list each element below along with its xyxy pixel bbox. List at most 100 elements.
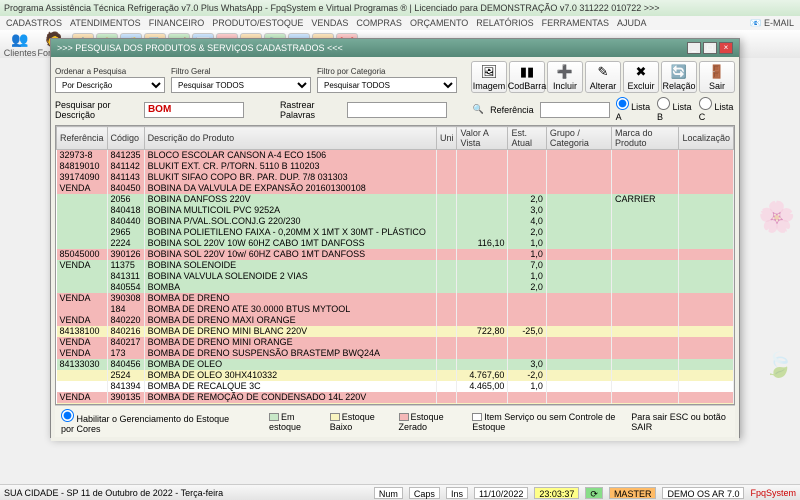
action-icon: 🔄 <box>671 64 687 80</box>
table-row[interactable]: 840418BOBINA MULTICOIL PVC 9252A3,0 <box>57 205 734 216</box>
search-icon[interactable]: 🔍 <box>473 104 484 115</box>
pd-label: Pesquisar por Descrição <box>55 100 138 120</box>
fg-select[interactable]: Pesquisar TODOS <box>171 77 311 93</box>
max-button[interactable]: □ <box>703 42 717 54</box>
col-header[interactable]: Referência <box>57 127 108 150</box>
exit-hint: Para sair ESC ou botão SAIR <box>631 412 729 432</box>
table-row[interactable]: VENDA173BOMBA DE DRENO SUSPENSÃO BRASTEM… <box>57 348 734 359</box>
menu-vendas[interactable]: VENDAS <box>311 18 348 28</box>
statusbar: SUA CIDADE - SP 11 de Outubro de 2022 - … <box>0 484 800 500</box>
btn-clientes[interactable]: 👥Clientes <box>4 31 36 58</box>
action-icon: ✖ <box>636 64 647 80</box>
close-button[interactable]: × <box>719 42 733 54</box>
legend-item: Estoque Baixo <box>330 412 387 432</box>
rastrear-input[interactable] <box>347 102 447 118</box>
table-row[interactable]: 84133030840456BOMBA DE OLEO3,0 <box>57 359 734 370</box>
status-sync: ⟳ <box>585 487 603 499</box>
status-user: MASTER <box>609 487 657 499</box>
legend-item: Estoque Zerado <box>399 412 461 432</box>
action-incluir[interactable]: ➕Incluir <box>547 61 583 93</box>
table-row[interactable]: VENDA11375BOBINA SOLENOIDE7,0 <box>57 260 734 271</box>
action-sair[interactable]: 🚪Sair <box>699 61 735 93</box>
status-date: 11/10/2022 <box>474 487 528 499</box>
ord-label: Ordenar a Pesquisa <box>55 67 165 76</box>
menu-prod[interactable]: PRODUTO/ESTOQUE <box>212 18 303 28</box>
action-imagem[interactable]: 🖼Imagem <box>471 61 507 93</box>
table-row[interactable]: 32973-8841235BLOCO ESCOLAR CANSON A-4 EC… <box>57 150 734 161</box>
action-relação[interactable]: 🔄Relação <box>661 61 697 93</box>
action-icon: ➕ <box>557 64 573 80</box>
legend-checkbox[interactable]: Habilitar o Gerenciamento do Estoque por… <box>61 409 235 434</box>
col-header[interactable]: Est. Atual <box>508 127 546 150</box>
menubar: CADASTROS ATENDIMENTOS FINANCEIRO PRODUT… <box>0 16 800 30</box>
table-row[interactable]: VENDA840450BOBINA DA VALVULA DE EXPANSÃO… <box>57 183 734 194</box>
col-header[interactable]: Uni <box>436 127 457 150</box>
action-codbarra[interactable]: ▮▮CodBarra <box>509 61 545 93</box>
radio-lista-b[interactable]: Lista B <box>657 97 693 122</box>
action-icon: 🖼 <box>481 64 498 80</box>
action-icon: 🚪 <box>709 64 725 80</box>
table-row[interactable]: 840554BOMBA2,0 <box>57 282 734 293</box>
search-dialog: >>> PESQUISA DOS PRODUTOS & SERVIÇOS CAD… <box>50 38 740 438</box>
table-row[interactable]: 85045000390126BOBINA SOL 220V 10w/ 60HZ … <box>57 249 734 260</box>
action-alterar[interactable]: ✎Alterar <box>585 61 621 93</box>
action-icon: ▮▮ <box>520 64 534 80</box>
status-demo: DEMO OS AR 7.0 <box>662 487 744 499</box>
table-row[interactable]: VENDA840220BOMBA DE DRENO MAXI ORANGE <box>57 315 734 326</box>
menu-orc[interactable]: ORÇAMENTO <box>410 18 468 28</box>
legend-item: Em estoque <box>269 412 318 432</box>
table-row[interactable]: VENDA390135BOMBA DE REMOÇÃO DE CONDENSAD… <box>57 392 734 403</box>
status-ins: Ins <box>446 487 468 499</box>
table-row[interactable]: 39174090841143BLUKIT SIFAO COPO BR. PAR.… <box>57 172 734 183</box>
col-header[interactable]: Valor A Vista <box>457 127 508 150</box>
table-row[interactable]: 184BOMBA DE DRENO ATE 30.0000 BTUS MYTOO… <box>57 304 734 315</box>
table-row[interactable]: VENDA840217BOMBA DE DRENO MINI ORANGE <box>57 337 734 348</box>
menu-cadastros[interactable]: CADASTROS <box>6 18 62 28</box>
radio-lista-c[interactable]: Lista C <box>699 97 735 122</box>
menu-compras[interactable]: COMPRAS <box>356 18 402 28</box>
action-excluir[interactable]: ✖Excluir <box>623 61 659 93</box>
menu-atend[interactable]: ATENDIMENTOS <box>70 18 141 28</box>
search-input[interactable] <box>144 102 244 118</box>
menu-fin[interactable]: FINANCEIRO <box>149 18 205 28</box>
fc-select[interactable]: Pesquisar TODOS <box>317 77 457 93</box>
dialog-title: >>> PESQUISA DOS PRODUTOS & SERVIÇOS CAD… <box>57 43 343 53</box>
status-sys: FpqSystem <box>750 488 796 498</box>
col-header[interactable]: Descrição do Produto <box>144 127 436 150</box>
menu-ferr[interactable]: FERRAMENTAS <box>542 18 609 28</box>
radio-lista-a[interactable]: Lista A <box>616 97 651 122</box>
table-row[interactable]: VENDA390308BOMBA DE DRENO <box>57 293 734 304</box>
table-row[interactable]: 84138100840216BOMBA DE DRENO MINI BLANC … <box>57 326 734 337</box>
table-row[interactable]: 841394BOMBA DE RECALQUE 3C4.465,001,0 <box>57 381 734 392</box>
table-row[interactable]: 841311BOBINA VALVULA SOLENOIDE 2 VIAS1,0 <box>57 271 734 282</box>
col-header[interactable]: Grupo / Categoria <box>546 127 611 150</box>
min-button[interactable]: _ <box>687 42 701 54</box>
fg-label: Filtro Geral <box>171 67 311 76</box>
status-loc: SUA CIDADE - SP 11 de Outubro de 2022 - … <box>4 488 223 498</box>
menu-ajuda[interactable]: AJUDA <box>617 18 647 28</box>
bg-decoration <box>758 200 794 380</box>
fc-label: Filtro por Categoria <box>317 67 457 76</box>
action-icon: ✎ <box>598 64 609 80</box>
results-grid[interactable]: ReferênciaCódigoDescrição do ProdutoUniV… <box>55 125 735 405</box>
table-row[interactable]: 2965BOBINA POLIETILENO FAIXA - 0,20MM X … <box>57 227 734 238</box>
ref-label: Referência <box>490 105 534 115</box>
table-row[interactable]: 2524BOMBA DE OLEO 30HX4103324.767,60-2,0 <box>57 370 734 381</box>
status-caps: Caps <box>409 487 440 499</box>
email-btn[interactable]: E-MAIL <box>764 18 794 28</box>
col-header[interactable]: Localização <box>679 127 734 150</box>
people-icon: 👥 <box>11 31 28 48</box>
col-header[interactable]: Marca do Produto <box>612 127 679 150</box>
table-row[interactable]: 840440BOBINA P/VAL.SOL.CONJ.G 220/2304,0 <box>57 216 734 227</box>
menu-rel[interactable]: RELATÓRIOS <box>476 18 533 28</box>
legend-item: Item Serviço ou sem Controle de Estoque <box>472 412 617 432</box>
rp-label: Rastrear Palavras <box>280 100 341 120</box>
table-row[interactable]: 2056BOBINA DANFOSS 220V2,0CARRIER <box>57 194 734 205</box>
table-row[interactable]: 2224BOBINA SOL 220V 10W 60HZ CABO 1MT DA… <box>57 238 734 249</box>
ref-input[interactable] <box>540 102 610 118</box>
status-num: Num <box>374 487 403 499</box>
ord-select[interactable]: Por Descrição <box>55 77 165 93</box>
col-header[interactable]: Código <box>107 127 144 150</box>
app-title: Programa Assistência Técnica Refrigeraçã… <box>4 3 660 13</box>
table-row[interactable]: 84819010841142BLUKIT EXT. CR. P/TORN. 51… <box>57 161 734 172</box>
